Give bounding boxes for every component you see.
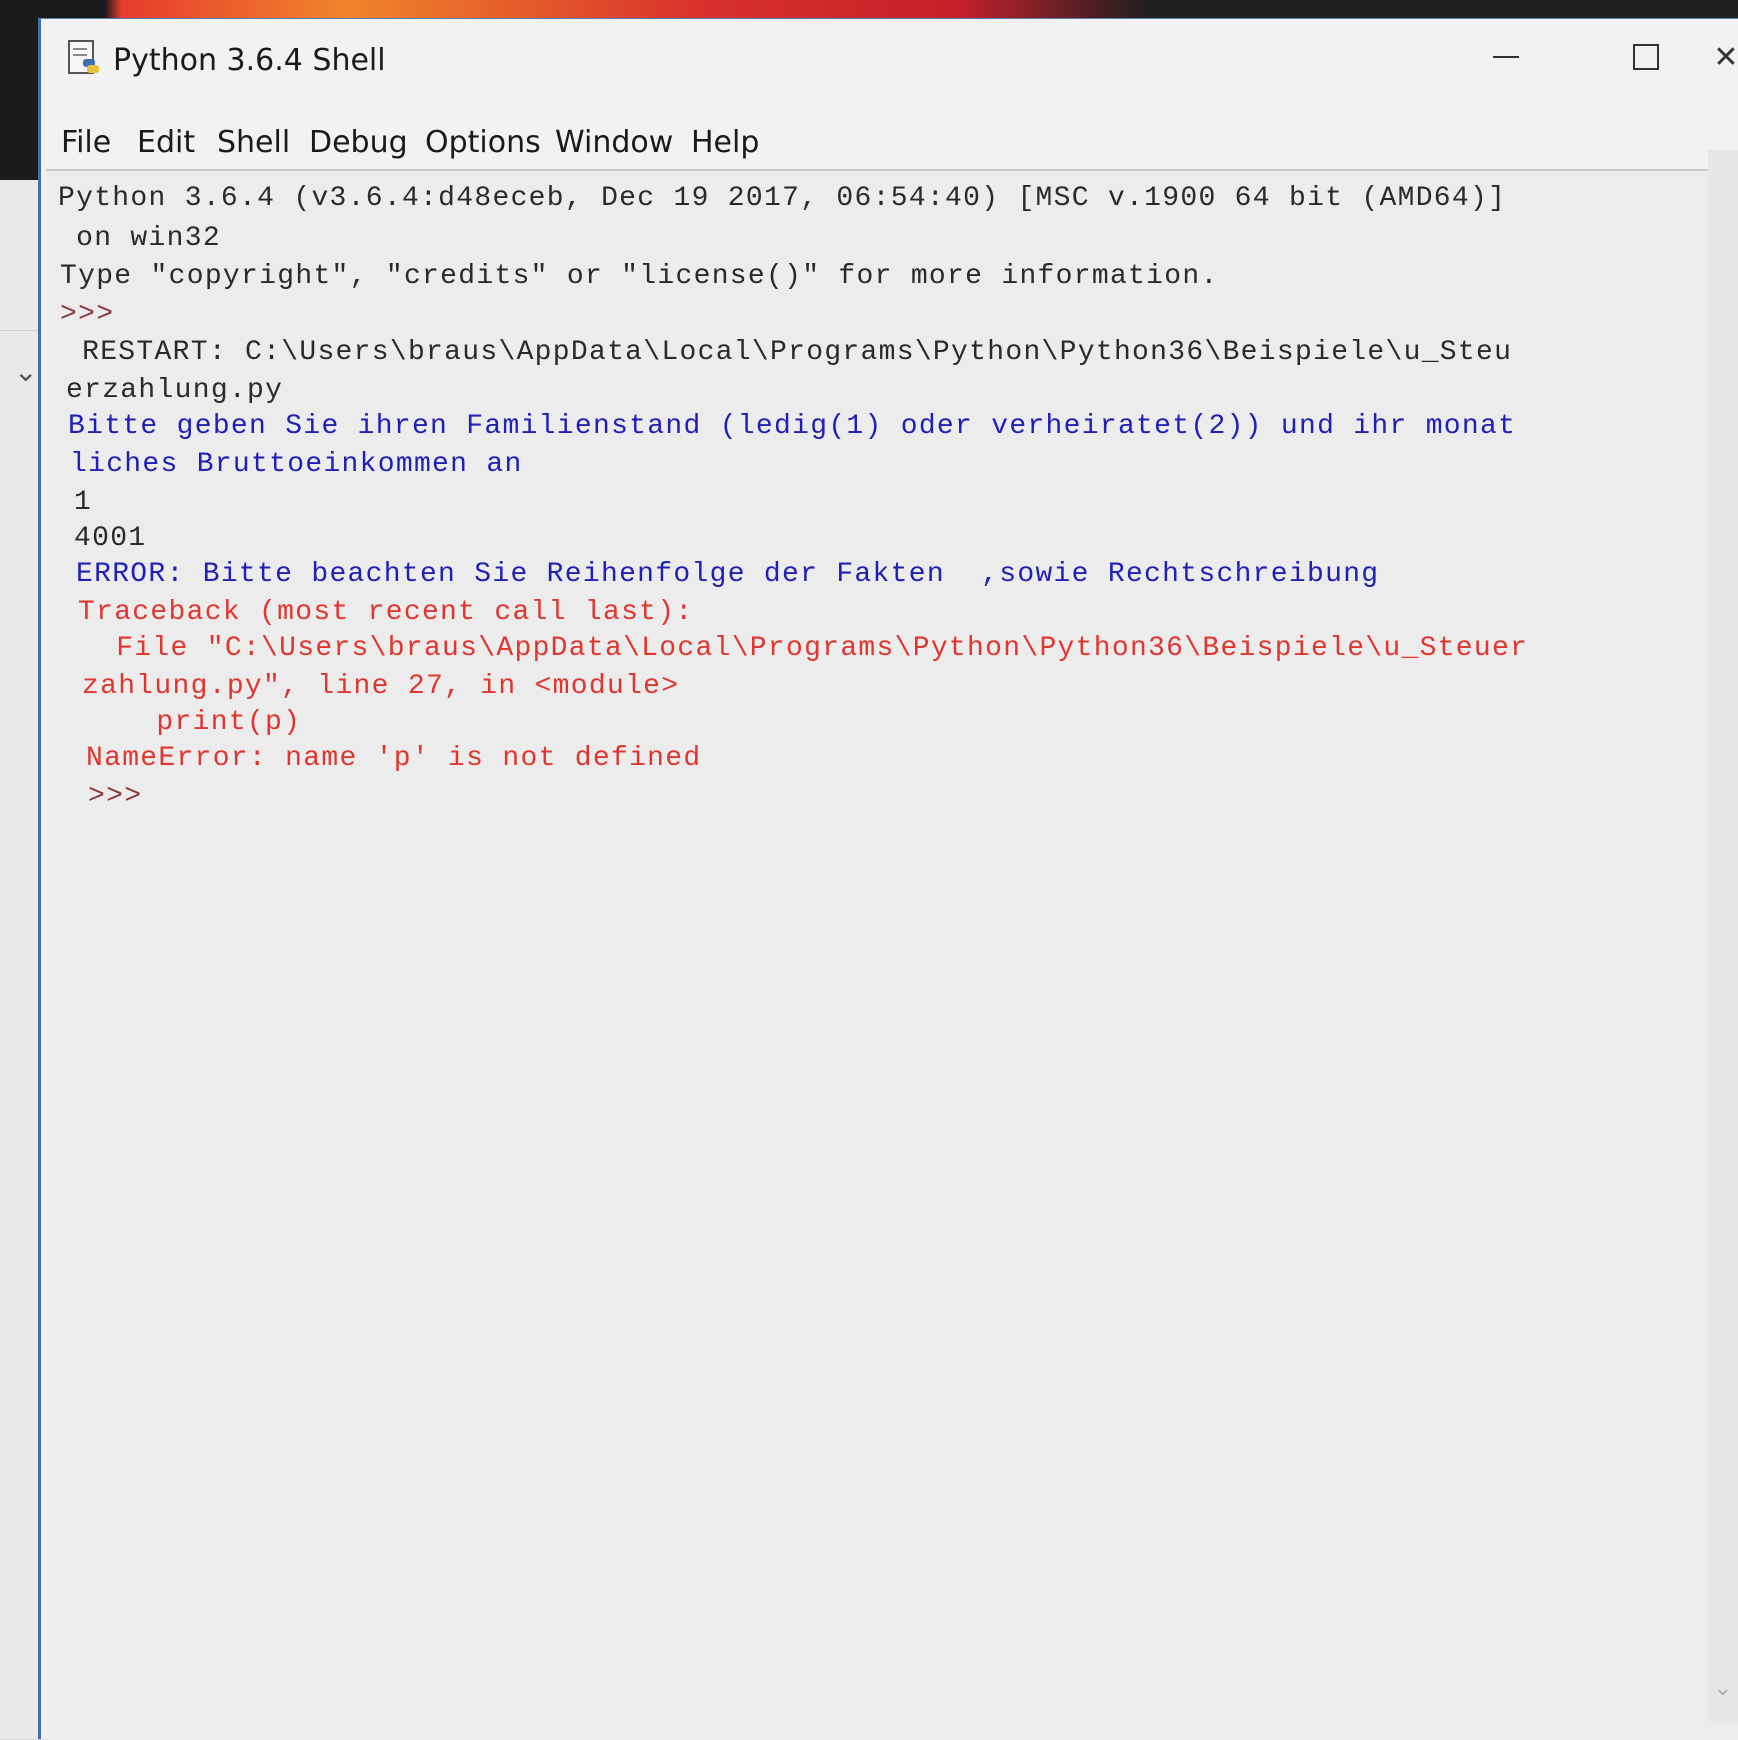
menu-options[interactable]: Options <box>425 125 541 160</box>
banner-line: Python 3.6.4 (v3.6.4:d48eceb, Dec 19 201… <box>58 183 1507 214</box>
maximize-button[interactable] <box>1601 29 1691 85</box>
program-output-line: liches Bruttoeinkommen an <box>70 449 523 480</box>
banner-line: Type "copyright", "credits" or "license(… <box>60 261 1219 292</box>
shell-output-area[interactable]: Python 3.6.4 (v3.6.4:d48eceb, Dec 19 201… <box>46 169 1738 1740</box>
traceback-line: Traceback (most recent call last): <box>78 597 694 628</box>
close-button[interactable]: ✕ <box>1706 29 1738 85</box>
minimize-icon <box>1493 56 1519 58</box>
menu-debug[interactable]: Debug <box>309 125 408 160</box>
scrollbar[interactable]: ⌄ <box>1708 150 1738 1721</box>
python-idle-icon <box>68 40 99 74</box>
window-title: Python 3.6.4 Shell <box>113 43 386 78</box>
menu-bar: File Edit Shell Debug Options Window Hel… <box>41 99 1738 169</box>
maximize-icon <box>1633 44 1659 70</box>
error-line: NameError: name 'p' is not defined <box>86 743 702 774</box>
user-input-line: 1 <box>74 487 93 518</box>
menu-shell[interactable]: Shell <box>217 125 290 160</box>
chevron-down-icon[interactable]: ⌄ <box>14 355 37 388</box>
traceback-line: zahlung.py", line 27, in <module> <box>82 671 680 702</box>
program-output-line: ERROR: Bitte beachten Sie Reihenfolge de… <box>76 559 1380 590</box>
menu-file[interactable]: File <box>61 125 111 160</box>
desktop-wallpaper-strip <box>0 0 1738 20</box>
menu-help[interactable]: Help <box>691 125 759 160</box>
banner-line: on win32 <box>58 223 221 254</box>
restart-line: RESTART: C:\Users\braus\AppData\Local\Pr… <box>64 337 1513 368</box>
menu-edit[interactable]: Edit <box>137 125 195 160</box>
title-bar[interactable]: Python 3.6.4 Shell ✕ <box>41 19 1738 99</box>
desktop-background <box>0 0 40 180</box>
traceback-line: File "C:\Users\braus\AppData\Local\Progr… <box>80 633 1529 664</box>
prompt-line: >>> <box>60 299 133 330</box>
menu-window[interactable]: Window <box>555 125 673 160</box>
restart-line: erzahlung.py <box>66 375 302 406</box>
prompt-line: >>> <box>88 781 161 812</box>
program-output-line: Bitte geben Sie ihren Familienstand (led… <box>68 411 1517 442</box>
scroll-down-arrow-icon[interactable]: ⌄ <box>1714 1676 1732 1701</box>
minimize-button[interactable] <box>1461 29 1551 85</box>
traceback-line: print(p) <box>84 707 302 738</box>
close-icon: ✕ <box>1713 39 1738 75</box>
user-input-line: 4001 <box>74 523 147 554</box>
idle-shell-window: Python 3.6.4 Shell ✕ File Edit Shell Deb… <box>38 18 1738 1740</box>
